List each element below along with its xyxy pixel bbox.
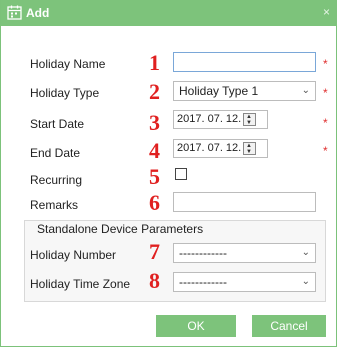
holiday-number-select[interactable]: ------------ ⌄ — [173, 243, 316, 263]
holiday-type-select[interactable]: Holiday Type 1 ⌄ — [173, 81, 316, 101]
chevron-down-icon: ⌄ — [301, 247, 310, 258]
marker-1: 1 — [149, 50, 160, 75]
marker-3: 3 — [149, 110, 160, 135]
start-date-label: Start Date — [30, 117, 85, 131]
chevron-down-icon: ⌄ — [301, 85, 310, 96]
end-date-input[interactable]: 2017. 07. 12. ▲ ▼ — [173, 139, 268, 158]
marker-5: 5 — [149, 164, 160, 189]
chevron-down-icon: ⌄ — [301, 276, 310, 287]
marker-8: 8 — [149, 268, 160, 293]
required-mark: * — [323, 57, 328, 71]
holiday-number-label: Holiday Number — [30, 248, 117, 262]
cancel-button[interactable]: Cancel — [252, 315, 326, 337]
marker-4: 4 — [149, 138, 160, 163]
required-mark: * — [323, 144, 328, 158]
calendar-edit-icon — [7, 5, 22, 20]
required-mark: * — [323, 86, 328, 100]
ok-button[interactable]: OK — [156, 315, 236, 337]
end-date-label: End Date — [30, 146, 81, 160]
holiday-name-label: Holiday Name — [30, 57, 106, 71]
recurring-label: Recurring — [30, 173, 83, 187]
dialog-titlebar[interactable]: Add × — [1, 0, 337, 26]
marker-2: 2 — [149, 79, 160, 104]
holiday-time-zone-value: ------------ — [179, 275, 227, 289]
close-icon[interactable]: × — [323, 4, 330, 20]
date-spinner-icon[interactable]: ▲ ▼ — [243, 142, 256, 155]
remarks-input[interactable] — [173, 192, 316, 212]
holiday-time-zone-select[interactable]: ------------ ⌄ — [173, 272, 316, 292]
holiday-type-label: Holiday Type — [30, 86, 100, 100]
marker-7: 7 — [149, 239, 160, 264]
holiday-number-value: ------------ — [179, 246, 227, 260]
remarks-label: Remarks — [30, 198, 79, 212]
add-holiday-dialog: Add × Holiday Name 1 * Holiday Type 2 Ho… — [0, 0, 337, 347]
marker-6: 6 — [149, 190, 160, 215]
start-date-input[interactable]: 2017. 07. 12. ▲ ▼ — [173, 110, 268, 129]
standalone-params-title: Standalone Device Parameters — [37, 222, 204, 236]
holiday-name-input[interactable] — [173, 52, 316, 72]
recurring-checkbox[interactable] — [175, 168, 187, 180]
start-date-value: 2017. 07. 12. — [177, 113, 242, 125]
end-date-value: 2017. 07. 12. — [177, 142, 242, 154]
dialog-title: Add — [26, 6, 50, 20]
holiday-type-value: Holiday Type 1 — [179, 84, 259, 98]
required-mark: * — [323, 116, 328, 130]
holiday-time-zone-label: Holiday Time Zone — [30, 277, 131, 291]
date-spinner-icon[interactable]: ▲ ▼ — [243, 113, 256, 126]
